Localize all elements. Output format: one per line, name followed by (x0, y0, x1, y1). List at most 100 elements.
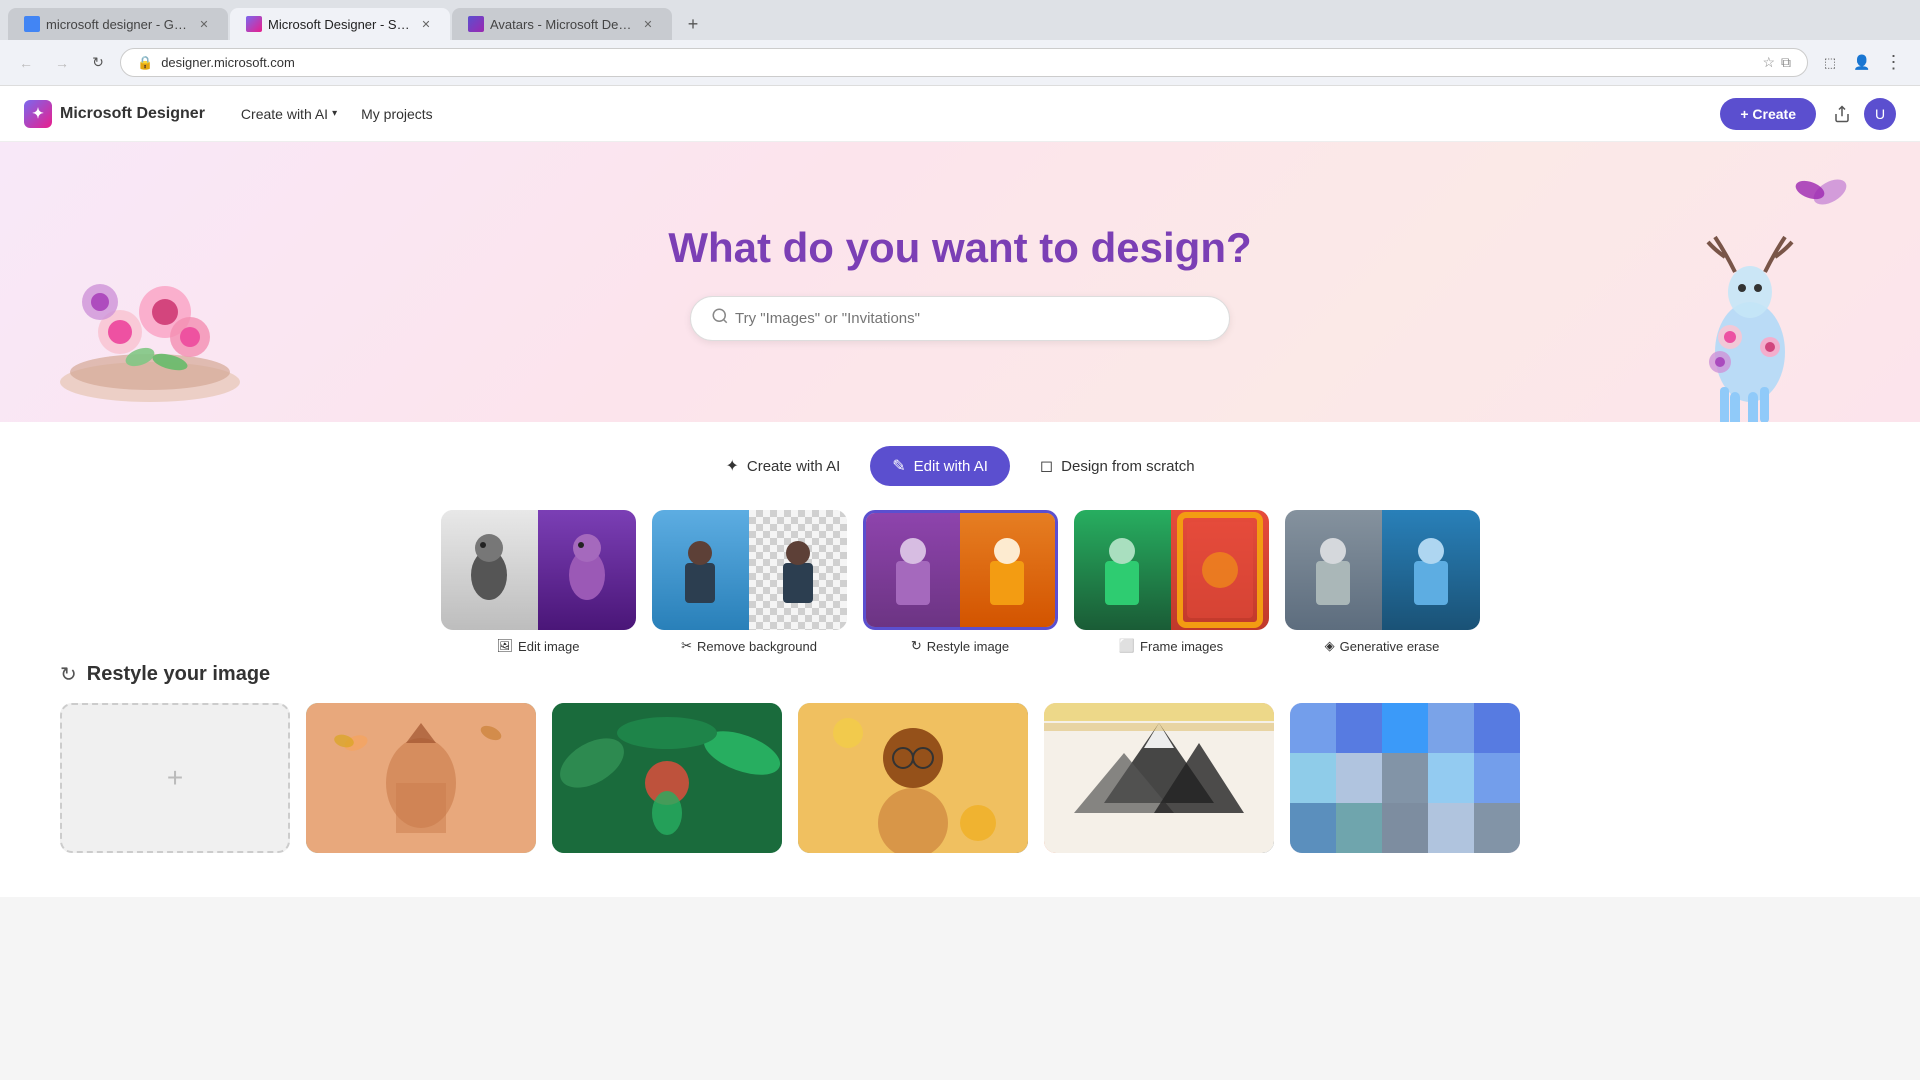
brand-logo: ✦ (24, 100, 52, 128)
card-remove-bg-preview (652, 510, 847, 630)
tab-bar: microsoft designer - Google S... ✕ Micro… (0, 0, 1920, 40)
brand: ✦ Microsoft Designer (24, 100, 205, 128)
restyle-card-2[interactable] (552, 703, 782, 853)
browser-tab-3[interactable]: Avatars - Microsoft Designer ✕ (452, 8, 672, 40)
back-button[interactable]: ← (12, 49, 40, 77)
extensions-button[interactable]: ⬚ (1816, 49, 1844, 77)
tab-close-3[interactable]: ✕ (640, 16, 656, 32)
tab-close-1[interactable]: ✕ (196, 16, 212, 32)
address-bar[interactable]: 🔒 designer.microsoft.com ☆ ⧉ (120, 48, 1808, 77)
remove-bg-icon: ✂ (681, 638, 692, 654)
hero-decoration-left (20, 172, 280, 412)
browser-chrome: microsoft designer - Google S... ✕ Micro… (0, 0, 1920, 86)
chevron-down-icon: ▾ (332, 108, 337, 119)
address-text: designer.microsoft.com (161, 55, 295, 70)
card-frame-images[interactable]: ⬜ Frame images (1074, 510, 1269, 654)
hero-section: What do you want to design? (0, 142, 1920, 422)
card-restyle-image[interactable]: ↻ Restyle image (863, 510, 1058, 654)
browser-toolbar: ← → ↻ 🔒 designer.microsoft.com ☆ ⧉ ⬚ 👤 ⋮ (0, 40, 1920, 86)
deer-decoration (1620, 162, 1860, 422)
hero-title: What do you want to design? (668, 224, 1251, 272)
restyle-card-blank[interactable]: + (60, 703, 290, 853)
restyle-card-5[interactable] (1290, 703, 1520, 853)
toolbar-actions: ⬚ 👤 ⋮ (1816, 49, 1908, 77)
nav-create-with-ai-label: Create with AI (241, 106, 328, 122)
bookmark-icon[interactable]: ☆ (1762, 54, 1775, 71)
hero-content: What do you want to design? (668, 224, 1251, 341)
tab-design-from-scratch-label: Design from scratch (1061, 458, 1194, 475)
restyle-section-icon: ↻ (60, 662, 77, 687)
tab-edit-with-ai[interactable]: ✎ Edit with AI (870, 446, 1010, 486)
app-header: ✦ Microsoft Designer Create with AI ▾ My… (0, 86, 1920, 142)
card-restyle-label: ↻ Restyle image (911, 638, 1009, 654)
restyle-card-3-visual (798, 703, 1028, 853)
tab-title-2: Microsoft Designer - Stunning ... (268, 17, 412, 32)
tab-title-1: microsoft designer - Google S... (46, 17, 190, 32)
restyle-card-5-visual (1290, 703, 1520, 853)
nav-create-with-ai[interactable]: Create with AI ▾ (229, 100, 349, 128)
create-button[interactable]: + Create (1720, 98, 1816, 130)
browser-tab-1[interactable]: microsoft designer - Google S... ✕ (8, 8, 228, 40)
card-generative-erase[interactable]: ◈ Generative erase (1285, 510, 1480, 654)
share-button[interactable] (1824, 96, 1860, 132)
edit-ai-tab-icon: ✎ (892, 456, 905, 476)
tab-edit-with-ai-label: Edit with AI (914, 458, 988, 475)
card-edit-image[interactable]: 🖼 Edit image (441, 510, 636, 654)
profile-button[interactable]: 👤 (1848, 49, 1876, 77)
edit-image-icon: 🖼 (497, 638, 514, 654)
restyle-cards-row: + (60, 703, 1860, 853)
restyle-card-4[interactable] (1044, 703, 1274, 853)
address-bar-icons: ☆ ⧉ (1762, 54, 1791, 71)
restyle-card-1[interactable] (306, 703, 536, 853)
hero-search-bar[interactable] (690, 296, 1230, 341)
restyle-card-1-visual (306, 703, 536, 853)
flower-decoration-left (20, 172, 280, 412)
tab-close-2[interactable]: ✕ (418, 16, 434, 32)
card-generative-erase-label: ◈ Generative erase (1325, 638, 1440, 654)
tab-create-with-ai[interactable]: ✦ Create with AI (703, 446, 862, 486)
card-remove-bg-label: ✂ Remove background (681, 638, 817, 654)
brand-name: Microsoft Designer (60, 105, 205, 123)
restyle-section-header: ↻ Restyle your image (60, 662, 1860, 687)
tab-design-from-scratch[interactable]: ◻ Design from scratch (1018, 446, 1217, 486)
card-generative-erase-preview (1285, 510, 1480, 630)
card-edit-image-preview (441, 510, 636, 630)
upload-icon: + (167, 762, 183, 794)
reload-button[interactable]: ↻ (84, 49, 112, 77)
search-icon (711, 307, 729, 330)
lock-icon: 🔒 (137, 55, 153, 71)
restyle-card-4-visual (1044, 703, 1274, 853)
restyle-card-2-visual (552, 703, 782, 853)
card-restyle-preview (863, 510, 1058, 630)
user-avatar[interactable]: U (1864, 98, 1896, 130)
main-content: ✦ Create with AI ✎ Edit with AI ◻ Design… (0, 422, 1920, 897)
card-frame-preview (1074, 510, 1269, 630)
card-remove-background[interactable]: ✂ Remove background (652, 510, 847, 654)
create-ai-tab-icon: ✦ (725, 456, 738, 476)
tab-create-with-ai-label: Create with AI (747, 458, 840, 475)
card-frame-label: ⬜ Frame images (1119, 638, 1223, 654)
restyle-section-title: Restyle your image (87, 663, 270, 686)
generative-erase-icon: ◈ (1325, 638, 1335, 654)
feature-cards-row: 🖼 Edit image ✂ Remove background (60, 510, 1860, 654)
frame-text: Frame images (1140, 639, 1223, 654)
extension-icon[interactable]: ⧉ (1781, 54, 1791, 71)
share-icon (1833, 105, 1851, 123)
tab-title-3: Avatars - Microsoft Designer (490, 17, 634, 32)
tab-favicon-2 (246, 16, 262, 32)
remove-bg-text: Remove background (697, 639, 817, 654)
browser-tab-2[interactable]: Microsoft Designer - Stunning ... ✕ (230, 8, 450, 40)
forward-button[interactable]: → (48, 49, 76, 77)
restyle-card-3[interactable] (798, 703, 1028, 853)
hero-decoration-right (1620, 162, 1860, 422)
restyle-section: ↻ Restyle your image + (60, 662, 1860, 873)
menu-button[interactable]: ⋮ (1880, 49, 1908, 77)
nav-my-projects[interactable]: My projects (349, 100, 445, 128)
frame-icon: ⬜ (1119, 638, 1135, 654)
restyle-text: Restyle image (927, 639, 1009, 654)
generative-erase-text: Generative erase (1340, 639, 1440, 654)
search-input[interactable] (735, 310, 1209, 327)
tab-favicon-1 (24, 16, 40, 32)
new-tab-button[interactable]: + (678, 9, 708, 39)
edit-image-text: Edit image (518, 639, 579, 654)
